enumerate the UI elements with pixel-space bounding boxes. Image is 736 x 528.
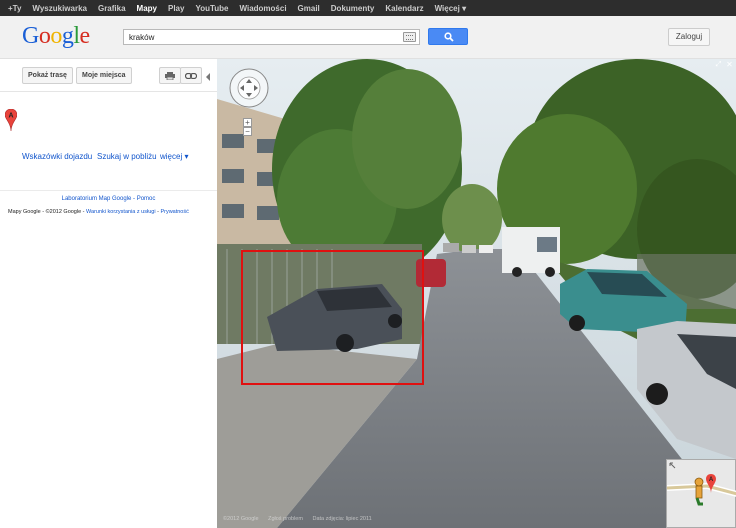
expand-icon[interactable]: ⤢ xyxy=(714,60,723,69)
help-link[interactable]: Pomoc xyxy=(137,196,156,202)
topbar-item[interactable]: Mapy xyxy=(137,4,157,13)
logo-letter: o xyxy=(50,23,62,49)
terms-link[interactable]: Warunki korzystania z usługi xyxy=(86,209,156,215)
search-nearby-link[interactable]: Szukaj w pobliżu xyxy=(97,152,157,161)
pegman-icon: A xyxy=(666,462,736,506)
svg-text:A: A xyxy=(709,477,714,483)
divider xyxy=(0,190,217,191)
link-button[interactable] xyxy=(180,67,202,84)
topbar-item[interactable]: Dokumenty xyxy=(331,4,375,13)
top-nav-bar: +Ty Wyszukiwarka Grafika Mapy Play YouTube Wia… xyxy=(0,0,736,16)
search-icon xyxy=(444,32,454,42)
topbar-item[interactable]: YouTube xyxy=(195,4,228,13)
image-date: Data zdjęcia: lipiec 2011 xyxy=(312,516,372,522)
report-problem-link[interactable]: Zgłoś problem xyxy=(268,516,303,522)
google-logo[interactable]: Google xyxy=(22,23,90,49)
street-view-panorama[interactable]: + − ⤢ ✕ A ©2012 Google Zgłoś problem Dat… xyxy=(217,59,736,528)
copyright-line: Mapy Google - ©2012 Google - Warunki kor… xyxy=(8,209,189,215)
header: Google kraków Zaloguj xyxy=(0,16,736,59)
footer-links: Laboratorium Map Google - Pomoc xyxy=(61,196,156,202)
sv-copyright: ©2012 Google xyxy=(223,516,259,522)
print-button[interactable] xyxy=(159,67,181,84)
topbar-item[interactable]: Grafika xyxy=(98,4,126,13)
sign-in-button[interactable]: Zaloguj xyxy=(668,28,710,46)
highlight-box xyxy=(241,250,424,385)
more-link[interactable]: więcej ▾ xyxy=(160,152,188,161)
streetview-footer: ©2012 Google Zgłoś problem Data zdjęcia:… xyxy=(223,516,380,522)
printer-icon xyxy=(165,72,175,80)
close-icon[interactable]: ✕ xyxy=(725,60,734,69)
left-panel: Pokaż trasę Moje miejsca A Wskazówki doj… xyxy=(0,59,217,528)
mini-map[interactable]: A xyxy=(666,459,736,528)
topbar-item[interactable]: Gmail xyxy=(298,4,320,13)
logo-letter: e xyxy=(79,23,91,49)
topbar-item[interactable]: Kalendarz xyxy=(385,4,423,13)
labs-link[interactable]: Laboratorium Map Google xyxy=(62,196,132,202)
privacy-link[interactable]: Prywatność xyxy=(160,209,188,215)
topbar-item[interactable]: Play xyxy=(168,4,184,13)
keyboard-icon[interactable] xyxy=(403,32,416,42)
show-route-button[interactable]: Pokaż trasę xyxy=(22,67,73,84)
navigation-compass-icon[interactable] xyxy=(229,68,269,108)
collapse-panel-arrow-icon[interactable] xyxy=(206,73,210,81)
logo-letter: o xyxy=(38,23,51,49)
logo-letter: g xyxy=(61,23,74,49)
topbar-item[interactable]: Więcej ▾ xyxy=(435,4,467,13)
topbar-item[interactable]: +Ty xyxy=(8,4,21,13)
search-input[interactable]: kraków xyxy=(123,29,420,45)
map-pin-a-icon: A xyxy=(5,109,17,131)
logo-letter: G xyxy=(22,23,39,49)
svg-text:A: A xyxy=(8,113,13,120)
zoom-out-button[interactable]: − xyxy=(243,127,252,136)
my-places-button[interactable]: Moje miejsca xyxy=(76,67,132,84)
topbar-item[interactable]: Wiadomości xyxy=(240,4,287,13)
topbar-item[interactable]: Wyszukiwarka xyxy=(32,4,87,13)
link-icon xyxy=(185,73,197,79)
divider xyxy=(0,91,217,92)
zoom-in-button[interactable]: + xyxy=(243,118,252,127)
copyright-text: Mapy Google - ©2012 Google - xyxy=(8,209,85,215)
search-button[interactable] xyxy=(428,28,468,45)
directions-link[interactable]: Wskazówki dojazdu xyxy=(22,152,92,161)
